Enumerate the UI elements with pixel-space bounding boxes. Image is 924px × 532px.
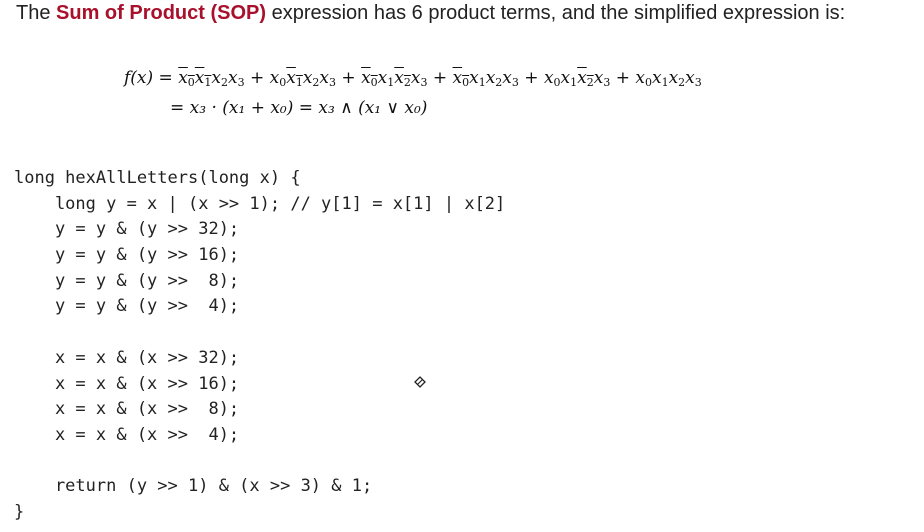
plus-operator: + xyxy=(518,68,544,88)
literal: x2 xyxy=(211,68,228,89)
code-line: x = x & (x >> 4); xyxy=(14,424,240,445)
product-term: x0x1x2x3 xyxy=(269,68,337,89)
literal: x1 xyxy=(377,68,395,89)
code-line: long y = x | (x >> 1); // y[1] = x[1] | … xyxy=(14,193,506,214)
literal: x1 xyxy=(651,68,669,89)
literal: x0 xyxy=(269,68,287,89)
sop-highlight: Sum of Product (SOP) xyxy=(56,2,267,24)
sop-formula-line-2: = x₃ · (x₁ + x₀) = x₃ ∧ (x₁ ∨ x₀) xyxy=(170,98,427,118)
literal: x3 xyxy=(319,68,337,89)
literal: x3 xyxy=(593,68,611,89)
code-block: long hexAllLetters(long x) { long y = x … xyxy=(14,166,505,526)
product-term: x0x1x2x3 xyxy=(178,68,245,89)
code-line: } xyxy=(14,501,25,522)
code-line: x = x & (x >> 8); xyxy=(14,399,240,420)
literal: x2 xyxy=(485,68,503,89)
literal: x3 xyxy=(685,68,702,89)
literal: x0 xyxy=(361,68,378,89)
plus-operator: + xyxy=(336,68,362,88)
literal: x1 xyxy=(286,68,303,89)
plus-operator: + xyxy=(244,68,270,88)
literal: x0 xyxy=(178,68,195,89)
intro-after: expression has 6 product terms, and the … xyxy=(266,2,846,24)
sop-formula-line-1: f(x) = x0x1x2x3 + x0x1x2x3 + x0x1x2x3 + … xyxy=(124,68,702,89)
literal: x1 xyxy=(560,68,578,89)
code-line: long hexAllLetters(long x) { xyxy=(14,168,301,188)
literal: x2 xyxy=(577,68,594,89)
literal: x3 xyxy=(227,68,245,89)
literal: x3 xyxy=(502,68,519,89)
plus-operator: + xyxy=(610,68,636,88)
literal: x3 xyxy=(410,68,428,89)
eraser-cursor-icon xyxy=(414,376,426,388)
intro-sentence: The Sum of Product (SOP) expression has … xyxy=(16,0,845,26)
code-line: y = y & (y >> 4); xyxy=(14,296,240,317)
literal: x2 xyxy=(668,68,686,89)
literal: x0 xyxy=(543,68,561,89)
simplified-expression: = x₃ · (x₁ + x₀) = x₃ ∧ (x₁ ∨ x₀) xyxy=(170,98,428,118)
literal: x0 xyxy=(635,68,652,89)
literal: x2 xyxy=(394,68,411,89)
code-line: y = y & (y >> 8); xyxy=(14,270,240,291)
code-line: y = y & (y >> 16); xyxy=(14,245,240,266)
literal: x1 xyxy=(194,68,212,89)
plus-operator: + xyxy=(427,68,453,88)
literal: x0 xyxy=(452,68,470,89)
product-term: x0x1x2x3 xyxy=(361,68,428,89)
product-term: x0x1x2x3 xyxy=(635,68,702,89)
literal: x2 xyxy=(302,68,320,89)
product-term: x0x1x2x3 xyxy=(452,68,519,89)
literal: x1 xyxy=(469,68,486,89)
intro-before: The xyxy=(16,2,57,24)
code-line: x = x & (x >> 16); xyxy=(14,373,240,394)
formula-lhs: f(x) = xyxy=(124,68,179,88)
product-term: x0x1x2x3 xyxy=(543,68,611,89)
code-line: x = x & (x >> 32); xyxy=(14,347,240,368)
code-line: return (y >> 1) & (x >> 3) & 1; xyxy=(14,476,373,497)
code-line: y = y & (y >> 32); xyxy=(14,219,240,240)
